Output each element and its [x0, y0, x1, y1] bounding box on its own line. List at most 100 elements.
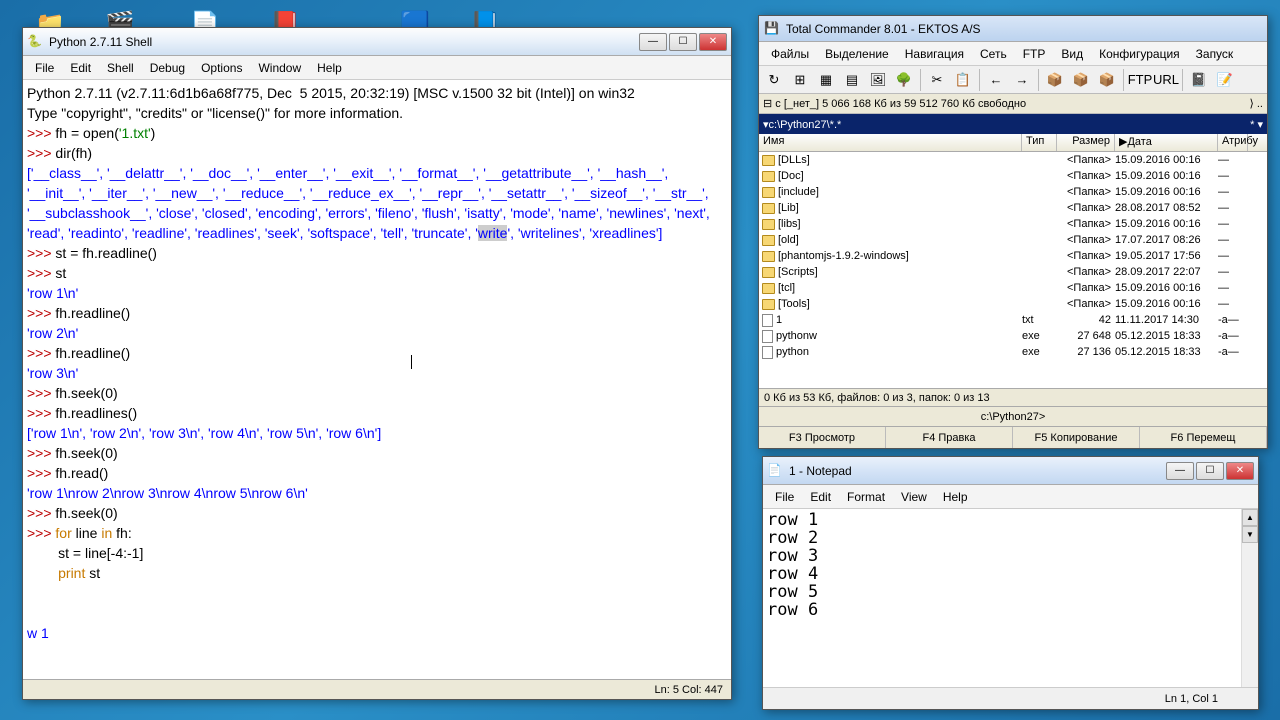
status-bar: Ln 1, Col 1 — [763, 687, 1258, 709]
toolbar-button[interactable]: → — [1010, 68, 1034, 92]
toolbar-button[interactable]: ▤ — [840, 68, 864, 92]
scroll-down-icon[interactable]: ▼ — [1242, 526, 1258, 543]
menu-help[interactable]: Help — [309, 58, 350, 78]
menu-конфигурация[interactable]: Конфигурация — [1091, 44, 1188, 64]
menu-edit[interactable]: Edit — [802, 487, 839, 507]
file-row[interactable]: [DLLs]<Папка>15.09.2016 00:16— — [759, 152, 1267, 168]
toolbar-button[interactable]: 📓 — [1187, 68, 1211, 92]
file-icon — [762, 314, 773, 327]
total-commander-window: 💾 Total Commander 8.01 - EKTOS A/S Файлы… — [758, 15, 1268, 449]
toolbar-button[interactable]: 📝 — [1213, 68, 1237, 92]
folder-icon — [762, 187, 775, 198]
menu-shell[interactable]: Shell — [99, 58, 142, 78]
titlebar[interactable]: 📄 1 - Notepad — ☐ ✕ — [763, 457, 1258, 485]
scrollbar[interactable]: ▲ ▼ — [1241, 509, 1258, 687]
close-button[interactable]: ✕ — [1226, 462, 1254, 480]
toolbar-button[interactable]: ↻ — [762, 68, 786, 92]
python-shell-window: 🐍 Python 2.7.11 Shell — ☐ ✕ FileEditShel… — [22, 27, 732, 700]
toolbar-button[interactable]: 🌳 — [892, 68, 916, 92]
path-bar[interactable]: ▾c:\Python27\*.** ▾ — [759, 114, 1267, 134]
folder-icon — [762, 155, 775, 166]
python-icon: 🐍 — [27, 34, 43, 50]
file-row[interactable]: pythonexe27 13605.12.2015 18:33-a— — [759, 344, 1267, 360]
fkey-button[interactable]: F3 Просмотр — [759, 427, 886, 448]
minimize-button[interactable]: — — [1166, 462, 1194, 480]
toolbar-button[interactable]: 📦 — [1095, 68, 1119, 92]
folder-icon — [762, 267, 775, 278]
folder-icon — [762, 219, 775, 230]
scroll-up-icon[interactable]: ▲ — [1242, 509, 1258, 526]
fkey-button[interactable]: F6 Перемещ — [1140, 427, 1267, 448]
folder-icon — [762, 299, 775, 310]
menu-навигация[interactable]: Навигация — [897, 44, 972, 64]
menu-debug[interactable]: Debug — [142, 58, 193, 78]
notepad-icon: 📄 — [767, 463, 783, 479]
file-row[interactable]: pythonwexe27 64805.12.2015 18:33-a— — [759, 328, 1267, 344]
menu-вид[interactable]: Вид — [1053, 44, 1091, 64]
toolbar-button[interactable]: ✂ — [925, 68, 949, 92]
file-row[interactable]: [Scripts]<Папка>28.09.2017 22:07— — [759, 264, 1267, 280]
list-header[interactable]: ИмяТипРазмер▶ДатаАтрибу — [759, 134, 1267, 152]
command-line[interactable]: c:\Python27> — [759, 406, 1267, 426]
file-row[interactable]: [phantomjs-1.9.2-windows]<Папка>19.05.20… — [759, 248, 1267, 264]
menu-ftp[interactable]: FTP — [1015, 44, 1054, 64]
text-area[interactable]: row 1 row 2 row 3 row 4 row 5 row 6 — [763, 509, 1241, 687]
menu-format[interactable]: Format — [839, 487, 893, 507]
text-cursor — [411, 355, 412, 369]
menu-запуск[interactable]: Запуск — [1188, 44, 1242, 64]
menu-options[interactable]: Options — [193, 58, 250, 78]
file-icon — [762, 346, 773, 359]
toolbar-button[interactable]: 📦 — [1069, 68, 1093, 92]
folder-icon — [762, 171, 775, 182]
fkey-button[interactable]: F4 Правка — [886, 427, 1013, 448]
column-header[interactable]: ▶Дата — [1115, 134, 1218, 151]
menu-window[interactable]: Window — [250, 58, 309, 78]
window-title: 1 - Notepad — [789, 464, 1166, 478]
menu-edit[interactable]: Edit — [62, 58, 99, 78]
toolbar-button[interactable]: 📦 — [1043, 68, 1067, 92]
menubar: ФайлыВыделениеНавигацияСетьFTPВидКонфигу… — [759, 42, 1267, 66]
toolbar-button[interactable]: ⊞ — [788, 68, 812, 92]
file-row[interactable]: [tcl]<Папка>15.09.2016 00:16— — [759, 280, 1267, 296]
menubar: FileEditShellDebugOptionsWindowHelp — [23, 56, 731, 80]
file-row[interactable]: [libs]<Папка>15.09.2016 00:16— — [759, 216, 1267, 232]
toolbar: ↻⊞▦▤🖼🌳✂📋←→📦📦📦FTPURL📓📝 — [759, 66, 1267, 94]
column-header[interactable]: Размер — [1057, 134, 1115, 151]
file-list[interactable]: [DLLs]<Папка>15.09.2016 00:16—[Doc]<Папк… — [759, 152, 1267, 388]
shell-output[interactable]: Python 2.7.11 (v2.7.11:6d1b6a68f775, Dec… — [23, 80, 731, 679]
minimize-button[interactable]: — — [639, 33, 667, 51]
file-row[interactable]: [include]<Папка>15.09.2016 00:16— — [759, 184, 1267, 200]
file-row[interactable]: [Tools]<Папка>15.09.2016 00:16— — [759, 296, 1267, 312]
toolbar-button[interactable]: 📋 — [951, 68, 975, 92]
file-row[interactable]: [old]<Папка>17.07.2017 08:26— — [759, 232, 1267, 248]
fkey-button[interactable]: F5 Копирование — [1013, 427, 1140, 448]
menu-help[interactable]: Help — [935, 487, 976, 507]
menu-file[interactable]: File — [767, 487, 802, 507]
drive-info[interactable]: ⊟ c [_нет_] 5 066 168 Кб из 59 512 760 К… — [759, 94, 1267, 114]
status-bar: Ln: 5 Col: 447 — [23, 679, 731, 699]
titlebar[interactable]: 🐍 Python 2.7.11 Shell — ☐ ✕ — [23, 28, 731, 56]
menu-выделение[interactable]: Выделение — [817, 44, 897, 64]
close-button[interactable]: ✕ — [699, 33, 727, 51]
toolbar-button[interactable]: ▦ — [814, 68, 838, 92]
toolbar-button[interactable]: FTP — [1128, 68, 1152, 92]
folder-icon — [762, 283, 775, 294]
titlebar[interactable]: 💾 Total Commander 8.01 - EKTOS A/S — [759, 16, 1267, 42]
toolbar-button[interactable]: URL — [1154, 68, 1178, 92]
column-header[interactable]: Тип — [1022, 134, 1057, 151]
toolbar-button[interactable]: 🖼 — [866, 68, 890, 92]
file-row[interactable]: 1txt4211.11.2017 14:30-a— — [759, 312, 1267, 328]
file-row[interactable]: [Lib]<Папка>28.08.2017 08:52— — [759, 200, 1267, 216]
file-row[interactable]: [Doc]<Папка>15.09.2016 00:16— — [759, 168, 1267, 184]
menu-file[interactable]: File — [27, 58, 62, 78]
menubar: FileEditFormatViewHelp — [763, 485, 1258, 509]
column-header[interactable]: Атрибу — [1218, 134, 1248, 151]
folder-icon — [762, 251, 775, 262]
maximize-button[interactable]: ☐ — [1196, 462, 1224, 480]
menu-view[interactable]: View — [893, 487, 935, 507]
menu-файлы[interactable]: Файлы — [763, 44, 817, 64]
maximize-button[interactable]: ☐ — [669, 33, 697, 51]
column-header[interactable]: Имя — [759, 134, 1022, 151]
toolbar-button[interactable]: ← — [984, 68, 1008, 92]
menu-сеть[interactable]: Сеть — [972, 44, 1015, 64]
